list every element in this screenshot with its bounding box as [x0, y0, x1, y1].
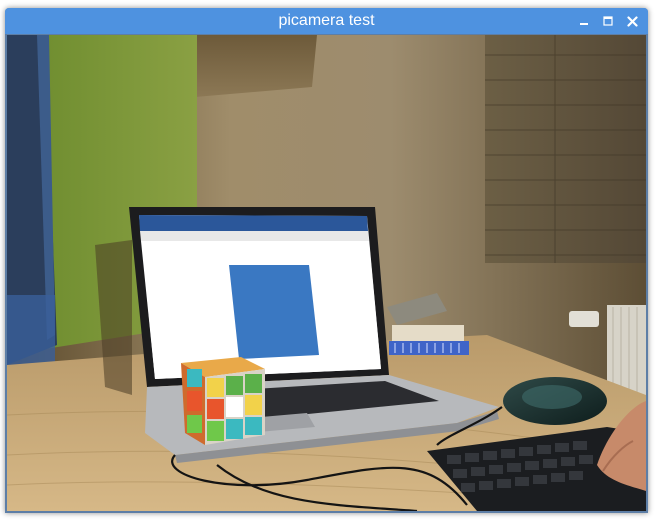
camera-preview-image: [7, 35, 646, 511]
titlebar[interactable]: picamera test: [5, 8, 648, 34]
close-button[interactable]: [622, 11, 642, 31]
camera-preview: [7, 35, 646, 511]
minimize-button[interactable]: [574, 11, 594, 31]
maximize-icon: [603, 16, 613, 26]
minimize-icon: [580, 23, 588, 25]
app-window: picamera test: [5, 8, 648, 513]
window-title: picamera test: [278, 12, 375, 29]
close-icon: [626, 15, 638, 27]
maximize-button[interactable]: [598, 11, 618, 31]
